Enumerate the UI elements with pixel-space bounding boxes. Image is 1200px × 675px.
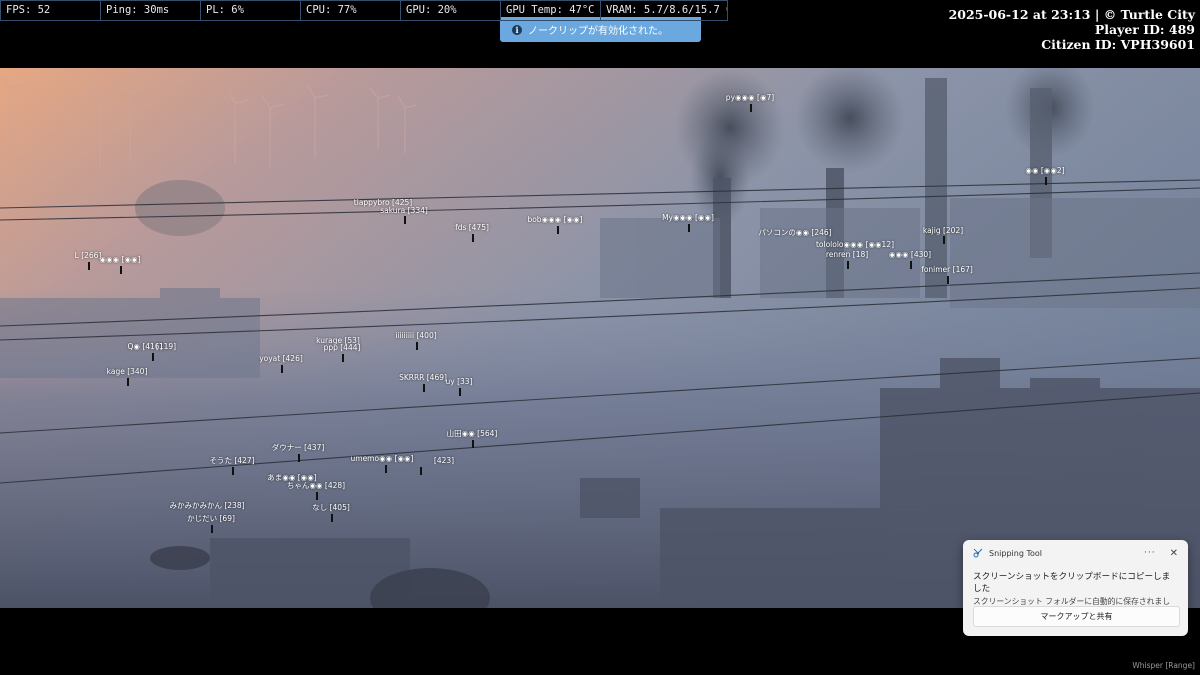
player-marker [232,467,234,475]
snipping-tool-toast[interactable]: Snipping Tool ··· ✕ スクリーンショットをクリップボードにコピ… [963,540,1188,636]
gpu-temp-stat: GPU Temp: 47°C [500,0,600,21]
player-marker [557,226,559,234]
toast-app-name: Snipping Tool [989,548,1042,558]
player-marker [688,224,690,232]
toast-title: スクリーンショットをクリップボードにコピーしました [973,572,1171,594]
player-marker [88,262,90,270]
player-marker [459,388,461,396]
player-tag[interactable]: SKRRR [469] [399,373,447,382]
player-tag[interactable]: iiiiiiiii [400] [395,331,436,340]
player-marker [910,261,912,269]
player-tag[interactable]: ppp [444] [324,343,361,352]
player-marker [331,514,333,522]
player-tag[interactable]: fonimer [167] [921,265,973,274]
player-tag[interactable]: パソコンの◉◉ [246] [758,228,831,237]
player-marker [404,216,406,224]
player-tag[interactable]: ちゃん◉◉ [428] [287,481,345,490]
player-marker [385,465,387,473]
game-scene [0,68,1200,608]
player-tag[interactable]: fds [475] [455,223,489,232]
player-marker [298,454,300,462]
info-icon: i [512,24,522,35]
citizen-id-label: Citizen ID: VPH39601 [1041,37,1195,52]
player-tag[interactable]: [119] [156,342,176,351]
player-marker [152,353,154,361]
player-marker [211,525,213,533]
player-marker [943,236,945,244]
player-id-label: Player ID: 489 [1094,22,1195,37]
player-tag[interactable]: kajig [202] [923,226,963,235]
server-info: 2025-06-12 at 23:13 | © Turtle City Play… [949,7,1195,52]
player-tag[interactable]: L [266] [75,251,102,260]
player-tag[interactable]: ◉◉◉ [◉◉] [100,255,141,264]
player-marker [420,467,422,475]
player-marker [947,276,949,284]
player-tag[interactable]: なし [405] [312,503,350,512]
player-tag[interactable]: そうた [427] [209,456,254,465]
snipping-tool-icon [973,548,983,558]
game-viewport[interactable]: py◉◉◉ [◉7] ◉◉ [◉◉2] tlappybro [425] saku… [0,68,1200,608]
vram-stat: VRAM: 5.7/8.6/15.7 GB [600,0,728,21]
cpu-stat: CPU: 77% [300,0,400,21]
player-marker [281,365,283,373]
player-tag[interactable]: みかみかみかん [238] [169,501,244,510]
datetime-label: 2025-06-12 at 23:13 | © Turtle City [948,7,1195,22]
player-tag[interactable]: ◉◉◉ [430] [889,250,931,259]
gpu-stat: GPU: 20% [400,0,500,21]
markup-and-share-button[interactable]: マークアップと共有 [973,606,1180,627]
player-tag[interactable]: My◉◉◉ [◉◉] [662,213,714,222]
player-marker [750,104,752,112]
performance-stats-bar: FPS: 52 Ping: 30ms PL: 6% CPU: 77% GPU: … [0,0,728,21]
packet-loss-stat: PL: 6% [200,0,300,21]
player-tag[interactable]: py◉◉◉ [◉7] [726,93,774,102]
player-tag[interactable]: bob◉◉◉ [◉◉] [527,215,582,224]
player-marker [342,354,344,362]
player-marker [472,440,474,448]
voice-range-label: Whisper [Range] [1132,661,1195,670]
player-tag[interactable]: かじだい [69] [187,514,235,523]
player-marker [127,378,129,386]
player-tag[interactable]: tolololo◉◉◉ [◉◉12] [816,240,894,249]
toast-header: Snipping Tool ··· ✕ [963,540,1188,566]
fps-stat: FPS: 52 [0,0,100,21]
player-marker [316,492,318,500]
player-tag[interactable]: kage [340] [107,367,148,376]
player-tag[interactable]: ダウナー [437] [272,443,325,452]
player-marker [120,266,122,274]
player-marker [416,342,418,350]
close-icon[interactable]: ✕ [1170,548,1178,559]
player-marker [423,384,425,392]
player-tag[interactable]: ◉◉ [◉◉2] [1025,166,1064,175]
player-tag[interactable]: uy [33] [446,377,473,386]
player-tag[interactable]: 山田◉◉ [564] [447,429,498,438]
player-marker [847,261,849,269]
player-tag[interactable]: renren [18] [826,250,868,259]
player-tag[interactable]: [423] [434,456,454,465]
player-tag[interactable]: yoyat [426] [259,354,303,363]
ping-stat: Ping: 30ms [100,0,200,21]
player-marker [1045,177,1047,185]
player-tag[interactable]: sakura [334] [380,206,428,215]
noclip-text: ノークリップが有効化された。 [528,26,668,37]
player-marker [472,234,474,242]
more-icon[interactable]: ··· [1144,548,1156,558]
player-tag[interactable]: umemo◉◉ [◉◉] [351,454,414,463]
